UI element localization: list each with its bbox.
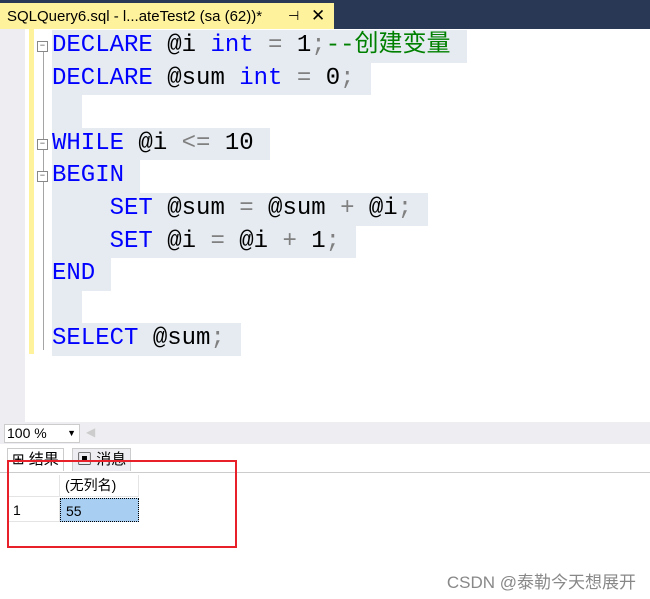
code-line[interactable]: SET @sum = @sum + @i; xyxy=(52,192,467,226)
code-token: @i xyxy=(152,32,211,59)
zoom-value: 100 % xyxy=(7,425,47,441)
selection: DECLARE @i int = 1;--创建变量 xyxy=(52,30,467,63)
highlight-box xyxy=(7,460,237,548)
editor-gutter xyxy=(0,29,25,422)
scroll-left-icon[interactable]: ◀ xyxy=(86,425,95,439)
selection: BEGIN xyxy=(52,160,141,193)
code-line[interactable]: − DECLARE @i int = 1;--创建变量 xyxy=(37,30,467,63)
code-token: <= xyxy=(181,129,211,157)
code-token: + xyxy=(282,227,297,255)
selection: SET @i = @i + 1; xyxy=(52,225,357,259)
code-token: = xyxy=(282,64,326,92)
code-line[interactable]: SELECT @sum; xyxy=(52,323,467,356)
code-line[interactable]: END xyxy=(52,258,467,291)
code-token: ; xyxy=(210,325,225,353)
code-token: @sum xyxy=(253,194,341,222)
code-line[interactable]: − WHILE @i <= 10 xyxy=(37,127,467,161)
code-token: @i xyxy=(354,194,398,222)
code-token: ; xyxy=(397,194,413,222)
zoom-select[interactable]: 100 % ▼ xyxy=(4,424,80,443)
document-tab-bar: SQLQuery6.sql - l...ateTest2 (sa (62))* … xyxy=(0,0,650,29)
code-token: @i xyxy=(224,227,283,255)
code-token: ; xyxy=(311,32,326,59)
selection xyxy=(52,290,83,324)
code-token: WHILE xyxy=(52,129,125,157)
code-token: = xyxy=(253,32,297,59)
tab-title: SQLQuery6.sql - l...ateTest2 (sa (62))* xyxy=(7,7,263,25)
code-token: SET xyxy=(52,227,153,255)
selection: SELECT @sum; xyxy=(52,323,241,356)
selection: SET @sum = @sum + @i; xyxy=(52,192,429,226)
code-token: 1 xyxy=(296,227,326,255)
code-token: ; xyxy=(325,227,341,255)
code-token: int xyxy=(210,32,254,59)
code-token: DECLARE xyxy=(52,32,153,59)
code-token: END xyxy=(52,260,96,288)
change-indicator-bar xyxy=(29,29,34,354)
code-token: @sum xyxy=(152,64,240,92)
tab-sqlquery6[interactable]: SQLQuery6.sql - l...ateTest2 (sa (62))* … xyxy=(0,3,334,29)
code-token: 1 xyxy=(296,32,312,59)
chevron-down-icon: ▼ xyxy=(67,428,76,438)
code-line[interactable]: − BEGIN xyxy=(37,160,467,193)
selection xyxy=(52,95,83,128)
code-token: --创建变量 xyxy=(325,32,451,59)
collapse-icon[interactable]: − xyxy=(37,41,48,52)
code-token: 0 xyxy=(325,64,341,92)
code-token: @sum xyxy=(138,325,211,353)
code-token: int xyxy=(239,64,283,92)
collapse-icon[interactable]: − xyxy=(37,171,48,183)
code-token: SELECT xyxy=(52,325,139,353)
selection: DECLARE @sum int = 0; xyxy=(52,62,371,96)
watermark: CSDN @泰勒今天想展开 xyxy=(446,573,636,592)
code-line[interactable] xyxy=(52,290,467,324)
code-lines[interactable]: − DECLARE @i int = 1;--创建变量 DECLARE @sum i… xyxy=(37,30,467,356)
code-token: @i xyxy=(152,227,211,255)
code-token: @i xyxy=(124,129,182,157)
code-token: BEGIN xyxy=(52,162,125,190)
code-token: SET xyxy=(52,194,153,222)
collapse-icon[interactable]: − xyxy=(37,138,48,150)
query-editor[interactable]: − DECLARE @i int = 1;--创建变量 DECLARE @sum i… xyxy=(0,29,650,422)
close-icon[interactable]: ✕ xyxy=(311,6,325,26)
code-line[interactable] xyxy=(52,95,467,128)
selection: WHILE @i <= 10 xyxy=(52,127,270,161)
code-line[interactable]: DECLARE @sum int = 0; xyxy=(52,62,467,96)
code-token: = xyxy=(210,227,225,255)
code-line[interactable]: SET @i = @i + 1; xyxy=(52,225,467,259)
code-token: ; xyxy=(340,64,355,92)
code-token: @sum xyxy=(152,194,240,222)
code-token: 10 xyxy=(210,129,254,157)
code-token: DECLARE xyxy=(52,64,153,92)
code-token: + xyxy=(340,194,355,222)
pin-icon[interactable]: ⊣ xyxy=(288,8,299,24)
code-token: = xyxy=(239,194,254,222)
outline-line xyxy=(43,45,44,350)
zoom-bar: 100 % ▼ ◀ xyxy=(0,422,650,444)
selection: END xyxy=(52,258,112,291)
